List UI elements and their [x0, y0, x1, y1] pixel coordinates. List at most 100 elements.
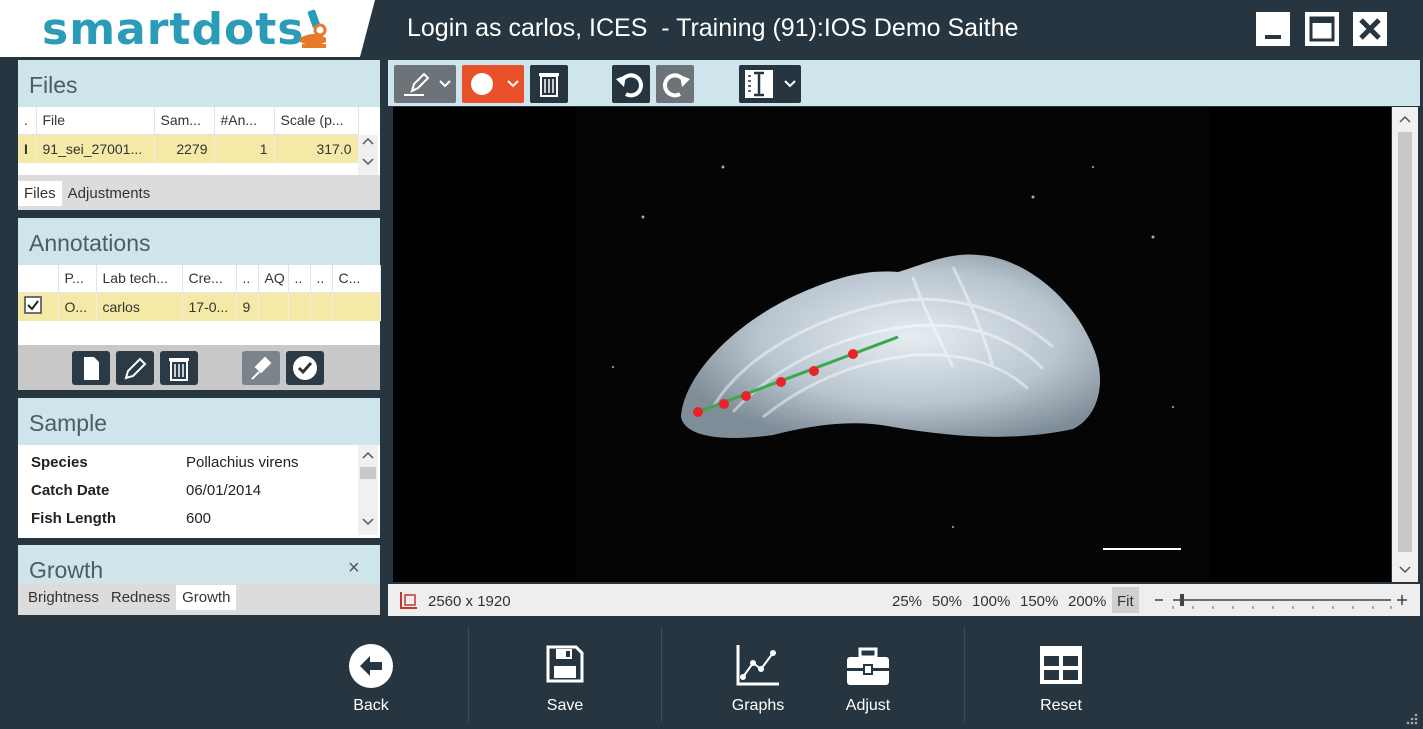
annotations-table: P... Lab tech... Cre... .. AQ .. .. C...…	[18, 265, 381, 321]
undo-icon	[616, 73, 643, 98]
column-header[interactable]: Sam...	[154, 107, 215, 135]
scale-cell: 317.0	[274, 134, 359, 163]
edit-annotation-button[interactable]	[116, 351, 154, 385]
column-header[interactable]: Cre...	[182, 265, 237, 293]
annotation-dot[interactable]	[848, 349, 858, 359]
zoom-150[interactable]: 150%	[1020, 593, 1058, 610]
field-value: 06/01/2014	[186, 482, 262, 499]
check-circle-icon	[293, 356, 317, 380]
minimize-button[interactable]	[1256, 12, 1290, 46]
maximize-button[interactable]	[1305, 12, 1339, 46]
field-value: Pollachius virens	[186, 454, 299, 471]
close-icon	[1359, 18, 1381, 40]
maximize-icon	[1309, 16, 1335, 42]
image-toolbar	[388, 60, 1420, 106]
new-annotation-button[interactable]	[72, 351, 110, 385]
sample-field-fish-length: Fish Length 600	[31, 510, 211, 527]
annotation-dot[interactable]	[719, 399, 729, 409]
column-header[interactable]	[18, 265, 59, 293]
files-table-container: . File Sam... #An... Scale (p... I 91_se…	[18, 107, 380, 175]
pencil-line-icon	[404, 72, 451, 96]
column-header[interactable]: File	[36, 107, 155, 135]
growth-tabs: Brightness Redness Growth	[22, 585, 237, 610]
annotation-dot[interactable]	[809, 366, 819, 376]
draw-dot-dropdown[interactable]	[462, 65, 524, 103]
grid-icon	[1040, 646, 1082, 684]
cell	[310, 292, 333, 321]
table-row[interactable]: O... carlos 17-0... 9	[18, 292, 381, 321]
divider	[964, 627, 965, 722]
zoom-fit[interactable]: Fit	[1112, 587, 1139, 613]
sample-scrollbar[interactable]	[358, 445, 378, 535]
logo: smartdots	[0, 0, 375, 57]
tab-redness[interactable]: Redness	[105, 585, 176, 610]
column-header[interactable]: ..	[288, 265, 311, 293]
delete-annotation-button[interactable]	[160, 351, 198, 385]
undo-button[interactable]	[612, 65, 650, 103]
minimize-icon	[1265, 35, 1281, 39]
viewer-scrollbar[interactable]	[1392, 107, 1418, 582]
draw-line-dropdown[interactable]	[394, 65, 456, 103]
growth-close-button[interactable]: ×	[348, 557, 360, 580]
annotations-table-container: P... Lab tech... Cre... .. AQ .. .. C...…	[18, 265, 381, 345]
sample-panel-title: Sample	[18, 398, 380, 445]
new-document-icon	[84, 357, 99, 380]
image-viewer[interactable]	[393, 107, 1391, 582]
column-header[interactable]: .	[18, 107, 37, 135]
pin-annotation-button[interactable]	[242, 351, 280, 385]
annotation-dot[interactable]	[776, 377, 786, 387]
sample-panel: Sample Species Pollachius virens Catch Da…	[18, 398, 380, 538]
annotations-panel: Annotations P... Lab tech... Cre... .. A…	[18, 218, 381, 390]
cell	[288, 292, 311, 321]
reset-label: Reset	[1040, 697, 1082, 714]
files-panel: Files . File Sam... #An... Scale (p... I…	[18, 60, 380, 210]
field-label: Catch Date	[31, 482, 110, 499]
column-header[interactable]: Scale (p...	[274, 107, 359, 135]
save-label: Save	[546, 697, 584, 714]
dot-icon	[471, 73, 519, 95]
scroll-arrows-icon	[360, 451, 376, 526]
tab-growth[interactable]: Growth	[176, 585, 237, 610]
column-header[interactable]: P...	[58, 265, 97, 293]
files-scrollbar[interactable]	[358, 135, 378, 175]
otolith-image[interactable]	[393, 107, 1391, 582]
sample-field-species: Species Pollachius virens	[31, 454, 299, 471]
growth-panel-title: Growth	[18, 545, 380, 583]
column-header[interactable]: Lab tech...	[96, 265, 183, 293]
column-header[interactable]: ..	[310, 265, 333, 293]
files-table: . File Sam... #An... Scale (p... I 91_se…	[18, 107, 359, 163]
files-table-header: . File Sam... #An... Scale (p...	[18, 107, 359, 135]
redo-button[interactable]	[656, 65, 694, 103]
measure-dropdown[interactable]	[739, 65, 801, 103]
zoom-200[interactable]: 200%	[1068, 593, 1106, 610]
tab-files[interactable]: Files	[18, 181, 62, 206]
table-row[interactable]: I 91_sei_27001... 2279 1 317.0	[18, 134, 359, 163]
column-header[interactable]: C...	[332, 265, 381, 293]
resize-grip-icon[interactable]	[1403, 712, 1419, 726]
row-checkbox[interactable]	[18, 292, 59, 321]
zoom-50[interactable]: 50%	[932, 593, 962, 610]
annotation-dot[interactable]	[741, 391, 751, 401]
annotation-dot[interactable]	[693, 407, 703, 417]
microscope-icon	[300, 9, 327, 48]
zoom-slider-track	[1155, 594, 1407, 609]
zoom-100[interactable]: 100%	[972, 593, 1010, 610]
delete-button[interactable]	[530, 65, 568, 103]
column-header[interactable]: AQ	[258, 265, 289, 293]
adjust-label: Adjust	[845, 697, 891, 714]
zoom-25[interactable]: 25%	[892, 593, 922, 610]
close-button[interactable]	[1353, 12, 1387, 46]
window-title: Login as carlos, ICES - Training (91):IO…	[407, 14, 1019, 42]
column-header[interactable]: ..	[236, 265, 259, 293]
row-marker: I	[18, 134, 37, 163]
field-label: Fish Length	[31, 510, 116, 527]
lab-tech-cell: carlos	[96, 292, 183, 321]
tab-adjustments[interactable]: Adjustments	[62, 181, 157, 206]
back-arrow-icon	[349, 644, 393, 688]
column-header[interactable]: #An...	[214, 107, 275, 135]
approve-annotation-button[interactable]	[286, 351, 324, 385]
tab-brightness[interactable]: Brightness	[22, 585, 105, 610]
field-value: 600	[186, 510, 212, 527]
zoom-slider[interactable]	[1153, 588, 1413, 612]
scroll-arrows-icon	[1398, 115, 1412, 574]
